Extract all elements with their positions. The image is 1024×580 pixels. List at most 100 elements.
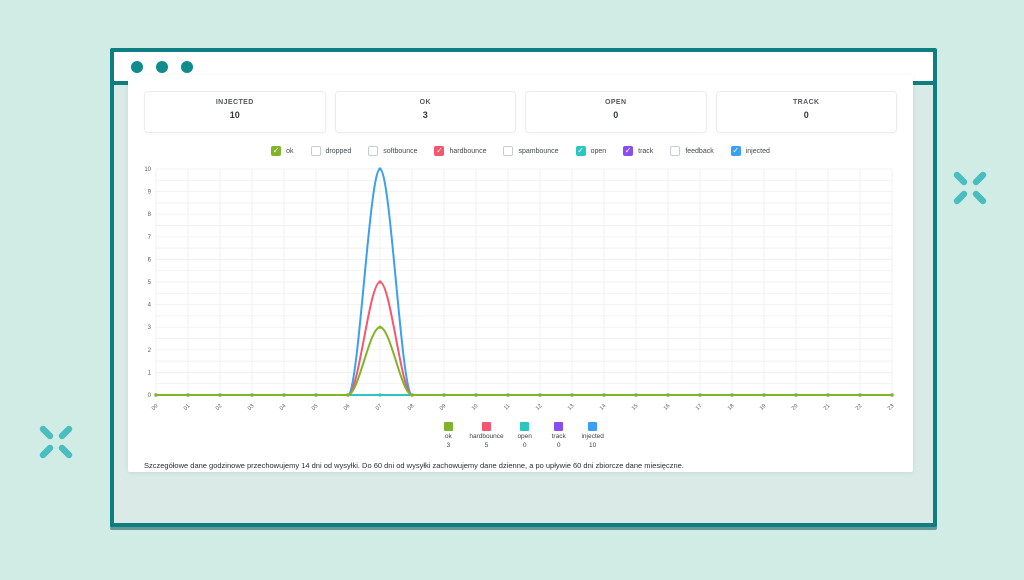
summary-value: 10 [589,442,596,449]
summary-label: track [552,433,566,440]
checkbox-injected[interactable]: ✓ [731,146,741,156]
svg-text:6: 6 [148,257,152,263]
svg-text:11: 11 [503,403,511,411]
stat-value: 0 [717,110,897,120]
checkbox-open[interactable]: ✓ [576,146,586,156]
browser-window: INJECTED 10 OK 3 OPEN 0 TRACK 0 ✓okdropp… [110,48,937,527]
checkbox-hardbounce[interactable]: ✓ [434,146,444,156]
filter-label: hardbounce [449,148,486,155]
filter-item-feedback[interactable]: feedback [670,146,713,156]
summary-item-hardbounce: hardbounce 5 [469,422,503,449]
svg-text:2: 2 [148,348,152,354]
series-filter-row: ✓ ok dropped softbounce ✓ hardbounce spambounc… [128,145,913,157]
svg-text:19: 19 [759,403,768,412]
svg-text:10: 10 [144,167,151,173]
x-axis-labels: 0001020304050607080910111213141516171819… [151,403,896,412]
stat-label: TRACK [717,99,897,106]
summary-item-injected: injected 10 [580,422,606,449]
svg-text:08: 08 [407,403,416,412]
filter-item-ok[interactable]: ✓ ok [271,146,293,156]
retention-note: Szczegółowe dane godzinowe przechowujemy… [144,461,897,470]
svg-text:0: 0 [148,393,152,399]
svg-text:5: 5 [148,280,152,286]
sparkle-decoration-right [950,168,990,208]
filter-item-softbounce[interactable]: softbounce [368,146,417,156]
stat-label: OPEN [526,99,706,106]
summary-swatch [444,422,453,431]
dashboard-panel: INJECTED 10 OK 3 OPEN 0 TRACK 0 ✓okdropp… [128,75,913,472]
filter-item-dropped[interactable]: dropped [311,146,352,156]
svg-text:9: 9 [148,190,152,196]
checkbox-track[interactable]: ✓ [623,146,633,156]
filter-label: ok [286,148,293,155]
checkbox-ok[interactable]: ✓ [271,146,281,156]
svg-text:00: 00 [151,403,160,412]
checkbox-softbounce[interactable] [368,146,378,156]
summary-item-open: open 0 [512,422,538,449]
svg-text:8: 8 [148,212,152,218]
window-control-dot [131,61,143,73]
chart-svg: 0123456789100001020304050607080910111213… [134,163,905,415]
window-control-dot [181,61,193,73]
svg-text:07: 07 [375,403,384,412]
stat-card-open: OPEN 0 [525,91,707,133]
svg-text:04: 04 [279,403,288,412]
filter-label: dropped [326,148,352,155]
filter-item-spambounce[interactable]: spambounce [503,146,558,156]
svg-text:09: 09 [439,403,448,412]
filter-item-hardbounce[interactable]: ✓ hardbounce [434,146,486,156]
svg-text:05: 05 [311,403,320,412]
summary-value: 5 [485,442,489,449]
checkbox-feedback[interactable] [670,146,680,156]
stat-card-ok: OK 3 [335,91,517,133]
svg-text:15: 15 [631,403,640,412]
svg-text:22: 22 [855,403,864,412]
chart-grid [156,169,892,395]
summary-value: 3 [447,442,451,449]
filter-label: open [591,148,607,155]
svg-text:18: 18 [727,403,736,412]
filter-label: track [638,148,653,155]
filter-label: feedback [685,148,713,155]
filter-label: spambounce [518,148,558,155]
stat-card-injected: INJECTED 10 [144,91,326,133]
stat-value: 0 [526,110,706,120]
stat-value: 3 [336,110,516,120]
summary-swatch [588,422,597,431]
filter-item-open[interactable]: ✓ open [576,146,607,156]
checkbox-dropped[interactable] [311,146,321,156]
summary-label: hardbounce [469,433,503,440]
svg-text:06: 06 [343,403,352,412]
summary-value: 0 [557,442,561,449]
sparkle-decoration-left [36,422,76,462]
filter-item-injected[interactable]: ✓injected [731,146,770,156]
svg-text:23: 23 [887,403,896,412]
y-axis-labels: 012345678910 [144,167,151,399]
summary-label: ok [445,433,452,440]
svg-text:10: 10 [471,403,480,412]
summary-label: open [517,433,531,440]
svg-text:13: 13 [567,403,576,412]
svg-text:01: 01 [183,403,192,412]
checkbox-spambounce[interactable] [503,146,513,156]
summary-swatch [520,422,529,431]
svg-text:3: 3 [148,325,152,331]
summary-value: 0 [523,442,527,449]
stat-cards-row: INJECTED 10 OK 3 OPEN 0 TRACK 0 [144,91,897,133]
svg-text:14: 14 [599,403,608,412]
filter-item-track[interactable]: ✓ track [623,146,653,156]
stat-card-track: TRACK 0 [716,91,898,133]
summary-item-ok: ok 3 [435,422,461,449]
stat-label: OK [336,99,516,106]
svg-text:20: 20 [791,403,800,412]
svg-text:03: 03 [247,403,256,412]
summary-label: injected [581,433,603,440]
svg-text:02: 02 [215,403,224,412]
stat-value: 10 [145,110,325,120]
window-control-dot [156,61,168,73]
svg-text:1: 1 [148,370,152,376]
svg-text:12: 12 [535,403,544,412]
svg-text:17: 17 [695,403,704,412]
stat-label: INJECTED [145,99,325,106]
chart-summary-legend: ok 3 hardbounce 5 open 0 track 0 injected 10 [128,422,913,449]
